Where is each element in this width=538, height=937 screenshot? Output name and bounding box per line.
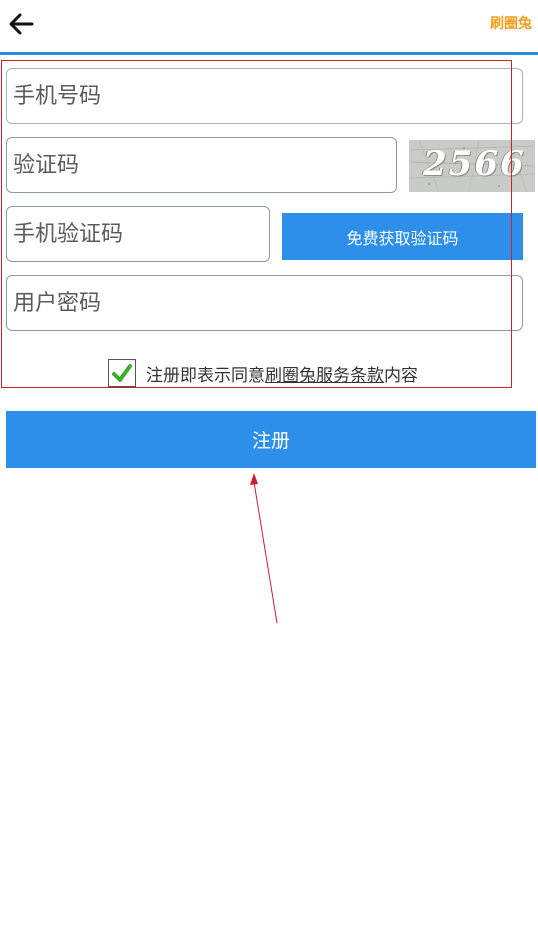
annotation-arrow	[250, 473, 278, 624]
register-page: 刷圈兔 2566 免费获取验证码 注册即表示同意 刷圈兔服务条款	[0, 0, 538, 937]
